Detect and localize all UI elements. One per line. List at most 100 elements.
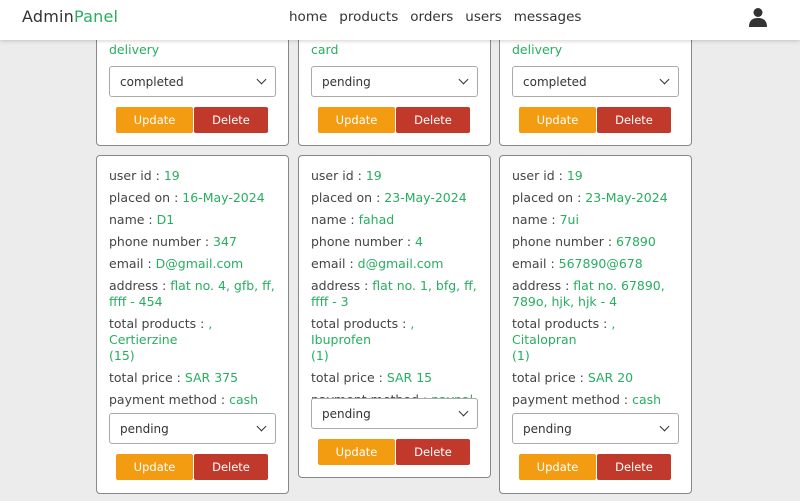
update-button[interactable]: Update bbox=[519, 107, 596, 133]
delete-button[interactable]: Delete bbox=[597, 454, 671, 480]
email-row: email : 567890@678 bbox=[512, 256, 679, 272]
order-status-value: pending bbox=[322, 406, 371, 421]
phone-value: 4 bbox=[415, 234, 423, 249]
phone-value: 347 bbox=[213, 234, 237, 249]
user-id-row: user id : 19 bbox=[311, 168, 478, 184]
name-label: name : bbox=[311, 212, 359, 227]
name-row: name : 7ui bbox=[512, 212, 679, 228]
top-header: AdminPanel home products orders users me… bbox=[0, 0, 800, 40]
total-products-row: total products : , Ibuprofen (1) bbox=[311, 316, 478, 364]
delete-button[interactable]: Delete bbox=[194, 107, 268, 133]
payment-method-label: payment method : bbox=[109, 392, 230, 407]
nav-orders[interactable]: orders bbox=[410, 9, 453, 25]
name-value: 7ui bbox=[559, 212, 579, 227]
email-row: email : d@gmail.com bbox=[311, 256, 478, 272]
delete-button[interactable]: Delete bbox=[597, 107, 671, 133]
delete-button[interactable]: Delete bbox=[396, 107, 470, 133]
user-icon[interactable] bbox=[749, 7, 767, 27]
order-status-value: pending bbox=[322, 74, 371, 89]
order-status-select[interactable]: completed bbox=[109, 66, 276, 97]
email-label: email : bbox=[109, 256, 156, 271]
placed-on-label: placed on : bbox=[311, 190, 385, 205]
placed-on-value: 16-May-2024 bbox=[182, 190, 265, 205]
order-status-select[interactable]: pending bbox=[512, 413, 679, 444]
order-status-select[interactable]: pending bbox=[311, 66, 478, 97]
nav-home[interactable]: home bbox=[289, 9, 327, 25]
order-status-value: pending bbox=[523, 421, 572, 436]
logo-part-admin: Admin bbox=[22, 7, 74, 26]
user-id-value: 19 bbox=[365, 168, 382, 183]
total-products-label: total products : bbox=[311, 316, 411, 331]
chevron-down-icon bbox=[659, 421, 670, 432]
total-price-value: SAR 375 bbox=[184, 370, 239, 385]
address-row: address : flat no. 4, gfb, ff, ffff - 454 bbox=[109, 278, 276, 310]
user-id-row: user id : 19 bbox=[512, 168, 679, 184]
address-value: flat no. 4, gfb, ff, bbox=[170, 278, 275, 293]
phone-label: phone number : bbox=[109, 234, 214, 249]
chevron-down-icon bbox=[659, 74, 670, 85]
order-status-value: completed bbox=[120, 74, 184, 89]
total-price-label: total price : bbox=[311, 370, 387, 385]
user-id-label: user id : bbox=[311, 168, 366, 183]
placed-on-label: placed on : bbox=[109, 190, 183, 205]
address-row: address : flat no. 67890, 789o, hjk, hjk … bbox=[512, 278, 679, 310]
nav-products[interactable]: products bbox=[339, 9, 398, 25]
address-value-cont: ffff - 3 bbox=[311, 294, 349, 309]
email-label: email : bbox=[311, 256, 358, 271]
placed-on-row: placed on : 16-May-2024 bbox=[109, 190, 276, 206]
user-id-value: 19 bbox=[163, 168, 180, 183]
delete-button[interactable]: Delete bbox=[396, 439, 470, 465]
email-row: email : D@gmail.com bbox=[109, 256, 276, 272]
total-price-label: total price : bbox=[512, 370, 588, 385]
user-id-row: user id : 19 bbox=[109, 168, 276, 184]
placed-on-row: placed on : 23-May-2024 bbox=[512, 190, 679, 206]
delete-button[interactable]: Delete bbox=[194, 454, 268, 480]
address-value-cont: ffff - 454 bbox=[109, 294, 163, 309]
total-products-value-cont: (1) bbox=[311, 348, 329, 363]
email-value: d@gmail.com bbox=[357, 256, 444, 271]
user-id-label: user id : bbox=[512, 168, 567, 183]
address-row: address : flat no. 1, bfg, ff, ffff - 3 bbox=[311, 278, 478, 310]
chevron-down-icon bbox=[256, 74, 267, 85]
user-id-value: 19 bbox=[566, 168, 583, 183]
order-status-select[interactable]: pending bbox=[109, 413, 276, 444]
address-value: flat no. 1, bfg, ff, bbox=[372, 278, 477, 293]
update-button[interactable]: Update bbox=[318, 107, 395, 133]
address-value: flat no. 67890, bbox=[573, 278, 665, 293]
payment-method-value: delivery bbox=[512, 42, 563, 57]
order-status-value: pending bbox=[120, 421, 169, 436]
email-value: 567890@678 bbox=[558, 256, 643, 271]
name-label: name : bbox=[512, 212, 560, 227]
nav-users[interactable]: users bbox=[465, 9, 501, 25]
order-card: user id : 19 placed on : 23-May-2024 nam… bbox=[298, 155, 491, 478]
update-button[interactable]: Update bbox=[116, 454, 193, 480]
name-label: name : bbox=[109, 212, 157, 227]
update-button[interactable]: Update bbox=[116, 107, 193, 133]
total-products-label: total products : bbox=[512, 316, 612, 331]
total-price-row: total price : SAR 15 bbox=[311, 370, 478, 386]
total-price-label: total price : bbox=[109, 370, 185, 385]
update-button[interactable]: Update bbox=[519, 454, 596, 480]
chevron-down-icon bbox=[458, 74, 469, 85]
nav-messages[interactable]: messages bbox=[514, 9, 582, 25]
order-card: user id : 19 placed on : 23-May-2024 nam… bbox=[499, 155, 692, 494]
name-row: name : fahad bbox=[311, 212, 478, 228]
address-label: address : bbox=[512, 278, 574, 293]
order-status-select[interactable]: completed bbox=[512, 66, 679, 97]
main-nav: home products orders users messages bbox=[289, 9, 581, 25]
chevron-down-icon bbox=[458, 406, 469, 417]
update-button[interactable]: Update bbox=[318, 439, 395, 465]
name-row: name : D1 bbox=[109, 212, 276, 228]
phone-label: phone number : bbox=[512, 234, 617, 249]
admin-panel-logo[interactable]: AdminPanel bbox=[22, 7, 118, 26]
total-price-row: total price : SAR 20 bbox=[512, 370, 679, 386]
total-products-value-cont: (15) bbox=[109, 348, 135, 363]
phone-value: 67890 bbox=[616, 234, 656, 249]
address-label: address : bbox=[311, 278, 373, 293]
payment-method-value: card bbox=[311, 42, 339, 57]
logo-part-panel: Panel bbox=[74, 7, 119, 26]
total-price-value: SAR 15 bbox=[386, 370, 433, 385]
order-status-select[interactable]: pending bbox=[311, 398, 478, 429]
order-status-value: completed bbox=[523, 74, 587, 89]
name-value: D1 bbox=[156, 212, 175, 227]
